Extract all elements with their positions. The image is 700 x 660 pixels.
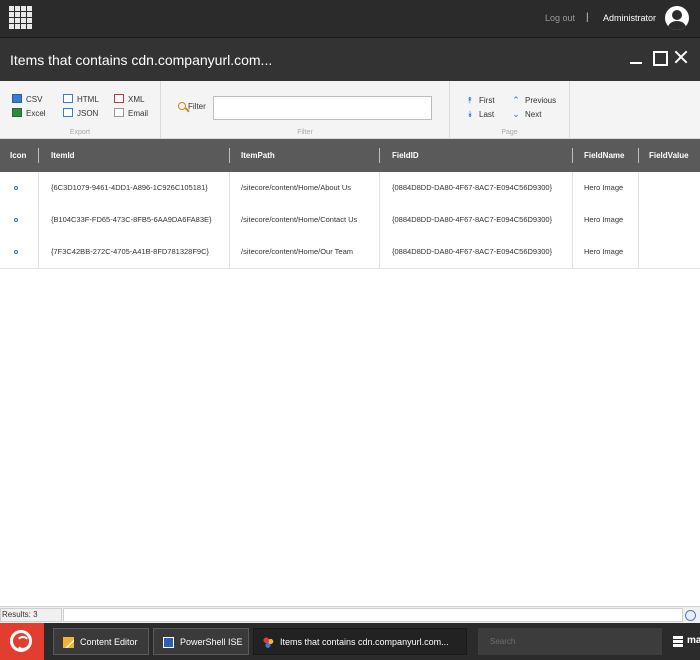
html-icon bbox=[63, 94, 73, 104]
results-count: Results: 3 bbox=[2, 610, 38, 619]
ribbon-group-label: Page bbox=[501, 129, 518, 136]
minimize-icon[interactable] bbox=[628, 48, 646, 66]
column-header-fieldid[interactable]: FieldID bbox=[392, 151, 419, 160]
previous-page-button[interactable]: ⌃ Previous bbox=[511, 94, 556, 106]
column-header-icon[interactable]: Icon bbox=[10, 151, 26, 160]
tray-label[interactable]: ma bbox=[687, 635, 700, 646]
cell-item-path: /sitecore/content/Home/Our Team bbox=[241, 247, 353, 256]
table-row[interactable]: {7F3C42BB-272C-4705-A41B-8FD781328F9C} /… bbox=[0, 236, 700, 269]
cell-item-path: /sitecore/content/Home/Contact Us bbox=[241, 215, 358, 224]
grid-header: Icon ItemId ItemPath FieldID FieldName F… bbox=[0, 139, 700, 172]
cell-item-id: {B104C33F-FD65-473C-8FB5-6AA9DA6FA83E} bbox=[51, 215, 212, 224]
cell-field-id: {0884D8DD-DA80-4F67-8AC7-E094C56D9300} bbox=[392, 183, 553, 192]
export-excel-button[interactable]: Excel bbox=[12, 108, 46, 120]
table-row[interactable]: {6C3D1079-9461-4DD1-A896-1C926C105181} /… bbox=[0, 172, 700, 205]
item-icon bbox=[14, 218, 18, 222]
export-email-button[interactable]: Email bbox=[114, 108, 148, 120]
powershell-icon bbox=[163, 637, 174, 648]
export-csv-button[interactable]: CSV bbox=[12, 94, 42, 106]
email-icon bbox=[114, 108, 124, 118]
item-icon bbox=[14, 250, 18, 254]
next-page-button[interactable]: ⌄ Next bbox=[511, 108, 541, 120]
avatar[interactable] bbox=[665, 6, 689, 30]
globe-icon[interactable] bbox=[685, 610, 696, 621]
chevron-up-icon: ⌃ bbox=[512, 95, 520, 105]
filter-button[interactable]: Filter bbox=[178, 101, 206, 111]
status-bar: Results: 3 bbox=[0, 606, 700, 623]
window-title-bar: Items that contains cdn.companyurl.com..… bbox=[0, 37, 700, 81]
ribbon-group-page: ⯭ First ⯯ Last ⌃ Previous ⌄ Next Page bbox=[450, 81, 570, 139]
taskbar: Content Editor PowerShell ISE Items that… bbox=[0, 623, 700, 660]
column-header-fieldname[interactable]: FieldName bbox=[584, 151, 624, 160]
cell-field-name: Hero Image bbox=[584, 215, 624, 224]
table-row[interactable]: {B104C33F-FD65-473C-8FB5-6AA9DA6FA83E} /… bbox=[0, 204, 700, 237]
search-icon bbox=[178, 101, 186, 110]
close-icon[interactable] bbox=[672, 48, 690, 66]
double-chevron-up-icon: ⯭ bbox=[467, 95, 473, 105]
cell-item-id: {7F3C42BB-272C-4705-A41B-8FD781328F9C} bbox=[51, 247, 210, 256]
column-header-fieldvalue[interactable]: FieldValue bbox=[649, 151, 689, 160]
maximize-icon[interactable] bbox=[651, 48, 669, 66]
export-html-button[interactable]: HTML bbox=[63, 94, 99, 106]
chevron-down-icon: ⌄ bbox=[512, 109, 520, 119]
taskbar-active-window[interactable]: Items that contains cdn.companyurl.com..… bbox=[253, 628, 467, 655]
double-chevron-down-icon: ⯯ bbox=[467, 109, 473, 119]
xml-icon bbox=[114, 94, 124, 104]
export-xml-button[interactable]: XML bbox=[114, 94, 144, 106]
taskbar-powershell-ise[interactable]: PowerShell ISE bbox=[153, 628, 249, 655]
results-window-icon bbox=[263, 637, 274, 648]
ribbon-group-label: Export bbox=[69, 129, 91, 136]
first-page-button[interactable]: ⯭ First bbox=[465, 94, 494, 106]
server-icon[interactable] bbox=[673, 636, 683, 648]
start-button[interactable] bbox=[0, 623, 44, 660]
taskbar-search-input[interactable]: Search bbox=[478, 628, 662, 655]
item-icon bbox=[14, 186, 18, 190]
cell-field-name: Hero Image bbox=[584, 183, 624, 192]
json-icon bbox=[63, 108, 73, 118]
excel-icon bbox=[12, 108, 22, 118]
cell-field-id: {0884D8DD-DA80-4F67-8AC7-E094C56D9300} bbox=[392, 215, 553, 224]
last-page-button[interactable]: ⯯ Last bbox=[465, 108, 494, 120]
topbar-separator: | bbox=[586, 12, 589, 23]
logout-link[interactable]: Log out bbox=[545, 13, 575, 23]
pencil-icon bbox=[63, 637, 74, 648]
taskbar-content-editor[interactable]: Content Editor bbox=[53, 628, 149, 655]
ribbon-group-label: Filter bbox=[297, 129, 313, 136]
top-bar: Log out | Administrator bbox=[0, 0, 700, 37]
sitecore-logo-icon bbox=[10, 630, 32, 652]
column-header-itempath[interactable]: ItemPath bbox=[241, 151, 275, 160]
cell-item-id: {6C3D1079-9461-4DD1-A896-1C926C105181} bbox=[51, 183, 208, 192]
user-name[interactable]: Administrator bbox=[603, 13, 656, 23]
ribbon-group-export: CSV Excel HTML JSON XML Email Export bbox=[0, 81, 161, 139]
column-header-itemid[interactable]: ItemId bbox=[51, 151, 75, 160]
status-message-panel bbox=[63, 608, 683, 622]
window-title: Items that contains cdn.companyurl.com..… bbox=[10, 52, 273, 68]
export-json-button[interactable]: JSON bbox=[63, 108, 98, 120]
csv-icon bbox=[12, 94, 22, 104]
filter-input[interactable] bbox=[213, 96, 432, 120]
cell-field-id: {0884D8DD-DA80-4F67-8AC7-E094C56D9300} bbox=[392, 247, 553, 256]
app-grid-icon[interactable] bbox=[9, 6, 32, 29]
cell-item-path: /sitecore/content/Home/About Us bbox=[241, 183, 352, 192]
cell-field-name: Hero Image bbox=[584, 247, 624, 256]
